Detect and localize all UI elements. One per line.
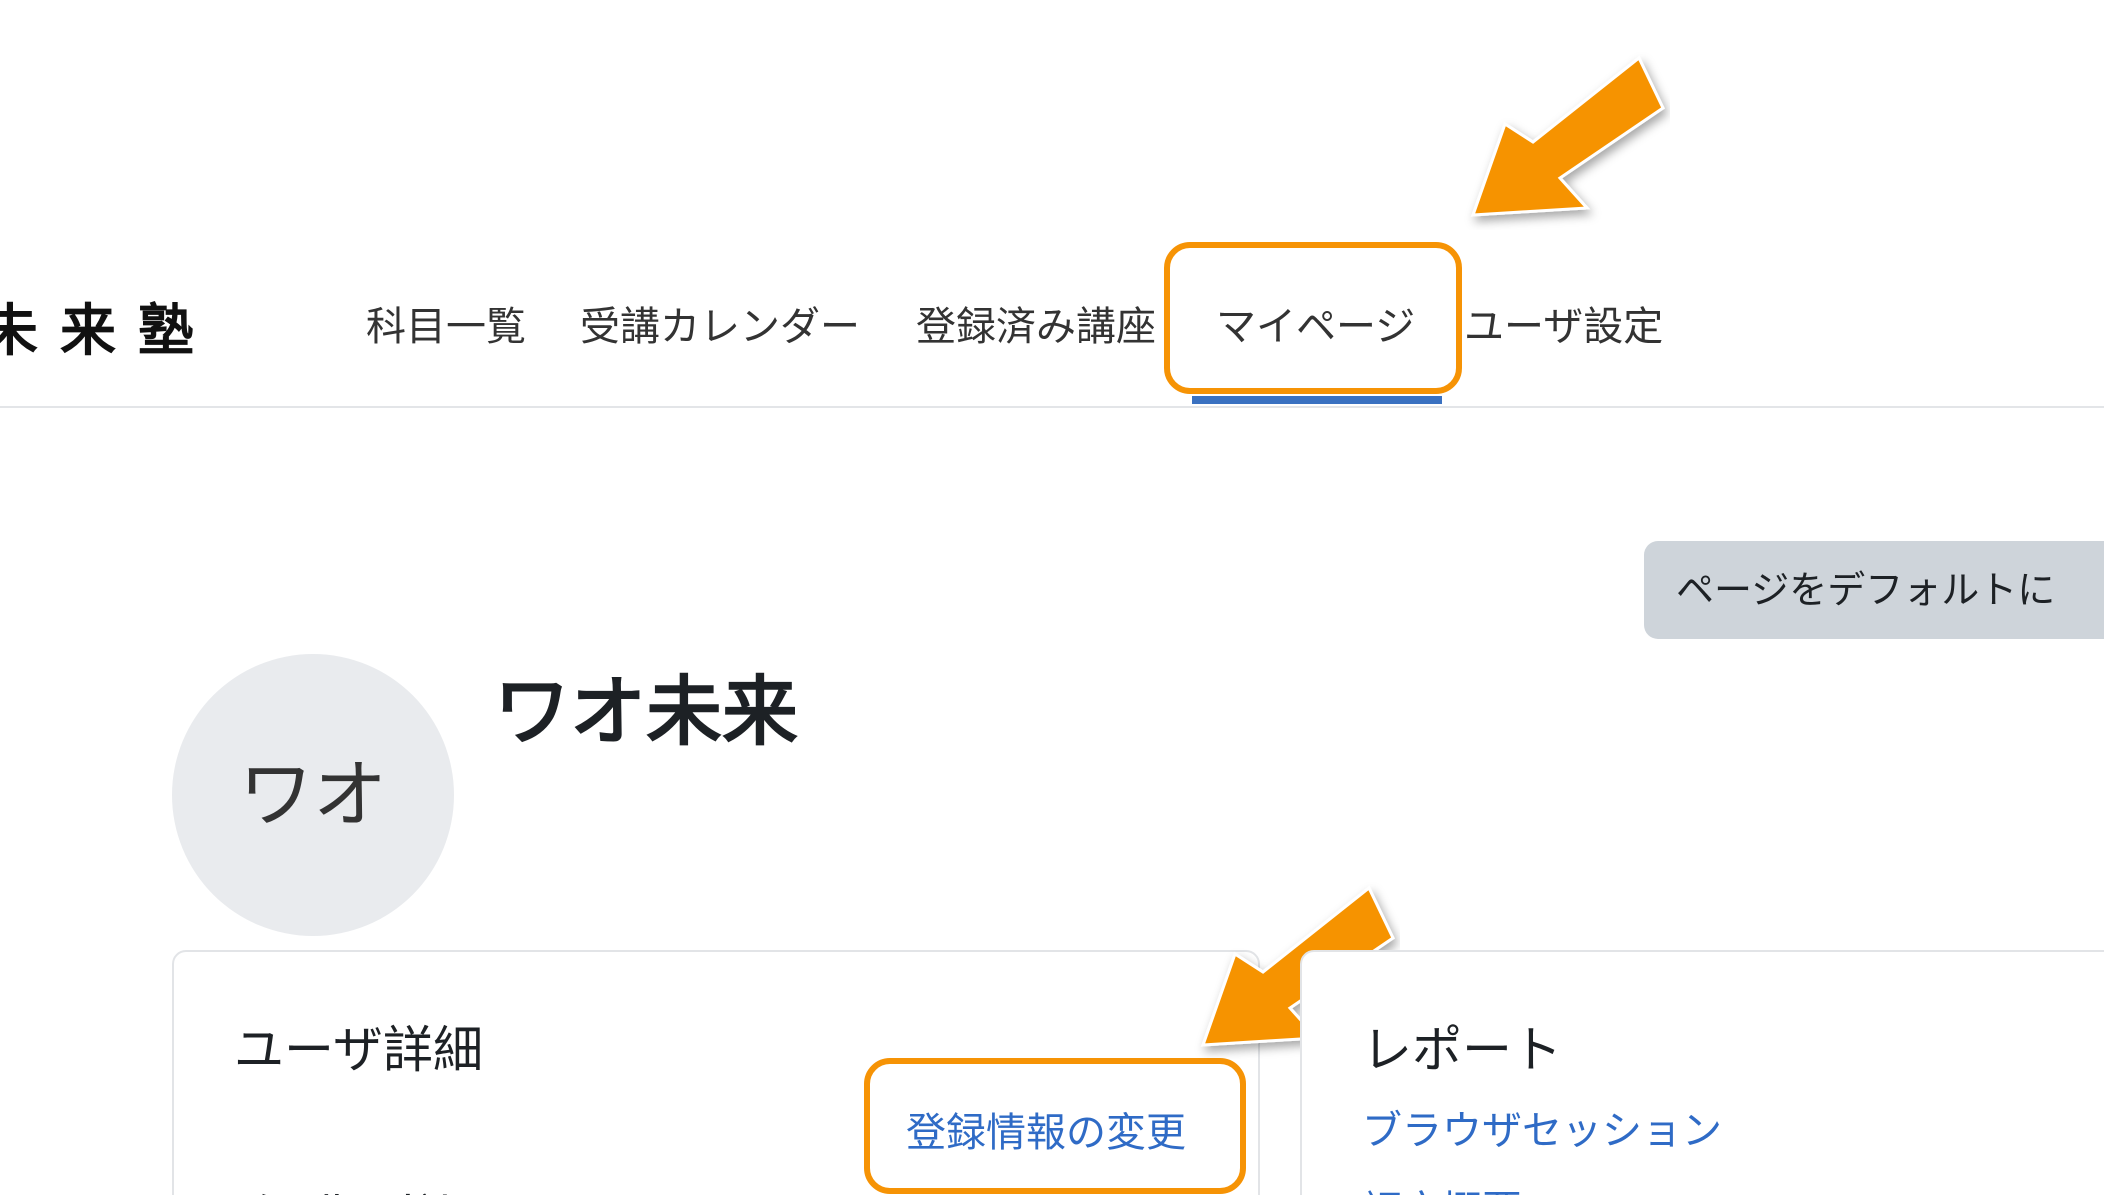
nav-item-enrolled-courses[interactable]: 登録済み講座	[916, 294, 1156, 352]
nav-item-course-list[interactable]: 科目一覧	[366, 294, 526, 352]
reports-title: レポート	[1362, 1021, 1562, 1079]
reset-page-default-button[interactable]: ページをデフォルトに	[1644, 541, 2104, 639]
avatar: ワオ	[172, 654, 454, 936]
grades-overview-link[interactable]: 評定概要	[1362, 1178, 1522, 1195]
user-details-title: ユーザ詳細	[234, 1021, 483, 1079]
top-navbar: 未来塾 科目一覧 受講カレンダー 登録済み講座 マイページ ユーザ設定	[0, 0, 2104, 408]
reports-card: レポート ブラウザセッション 評定概要	[1300, 950, 2104, 1195]
nav-item-my-page[interactable]: マイページ	[1216, 294, 1415, 352]
nav-active-underline	[1192, 396, 1442, 404]
page: 未来塾 科目一覧 受講カレンダー 登録済み講座 マイページ ユーザ設定 ページを…	[0, 0, 2104, 1195]
user-detail-field-label: メールアドレス	[234, 1178, 514, 1195]
nav-item-user-settings[interactable]: ユーザ設定	[1464, 294, 1663, 352]
browser-sessions-link[interactable]: ブラウザセッション	[1362, 1098, 1722, 1156]
site-logo[interactable]: 未来塾	[0, 286, 216, 367]
user-full-name: ワオ未来	[494, 667, 798, 756]
nav-item-calendar[interactable]: 受講カレンダー	[580, 294, 860, 352]
edit-profile-link[interactable]: 登録情報の変更	[906, 1100, 1186, 1158]
user-details-card: ユーザ詳細 登録情報の変更 メールアドレス	[172, 950, 1260, 1195]
